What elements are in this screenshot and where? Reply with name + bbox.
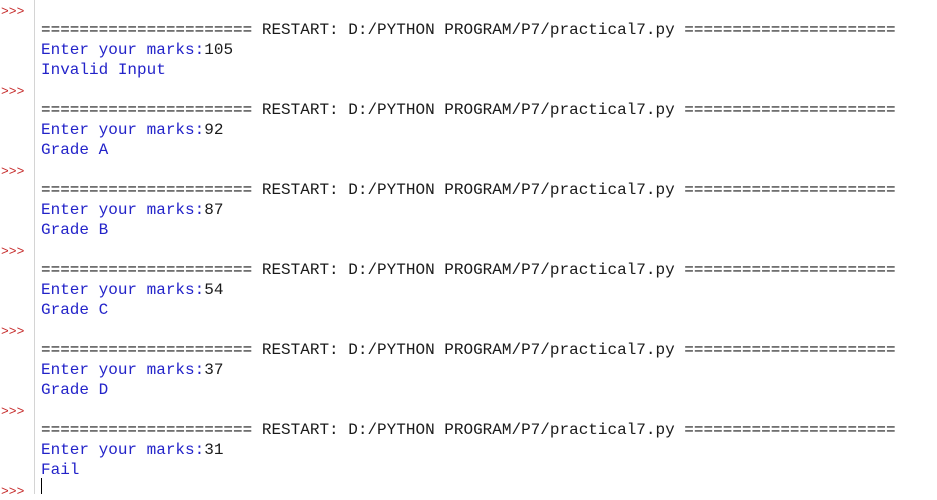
input-line: Enter your marks:87 <box>41 200 223 220</box>
input-prompt-text: Enter your marks: <box>41 201 205 219</box>
program-output: Grade C <box>41 301 109 319</box>
shell-prompt: >>> <box>1 324 25 339</box>
input-prompt-text: Enter your marks: <box>41 121 205 139</box>
restart-banner: ====================== RESTART: D:/PYTHO… <box>41 421 896 439</box>
restart-banner: ====================== RESTART: D:/PYTHO… <box>41 261 896 279</box>
shell-prompt: >>> <box>1 4 25 19</box>
input-line: Enter your marks:37 <box>41 360 223 380</box>
shell-prompt: >>> <box>1 84 25 99</box>
restart-banner: ====================== RESTART: D:/PYTHO… <box>41 181 896 199</box>
python-shell-output[interactable]: >>> >>> >>> >>> >>> >>> >>> ============… <box>0 0 937 499</box>
prompt-gutter: >>> >>> >>> >>> >>> >>> >>> <box>0 0 32 499</box>
restart-banner: ====================== RESTART: D:/PYTHO… <box>41 341 896 359</box>
program-output: Grade A <box>41 141 109 159</box>
shell-prompt: >>> <box>1 484 25 499</box>
restart-banner: ====================== RESTART: D:/PYTHO… <box>41 101 896 119</box>
program-output: Grade D <box>41 381 109 399</box>
program-output: Grade B <box>41 221 109 239</box>
gutter-divider <box>34 0 35 494</box>
input-value: 37 <box>204 361 224 379</box>
input-line: Enter your marks:92 <box>41 120 223 140</box>
input-prompt-text: Enter your marks: <box>41 361 205 379</box>
input-value: 105 <box>204 41 234 59</box>
input-line: Enter your marks:105 <box>41 40 233 60</box>
program-output: Fail <box>41 461 80 479</box>
shell-prompt: >>> <box>1 164 25 179</box>
input-value: 92 <box>204 121 224 139</box>
text-cursor[interactable] <box>41 478 42 494</box>
input-prompt-text: Enter your marks: <box>41 281 205 299</box>
program-output: Invalid Input <box>41 61 166 79</box>
shell-prompt: >>> <box>1 404 25 419</box>
restart-banner: ====================== RESTART: D:/PYTHO… <box>41 21 896 39</box>
input-line: Enter your marks:54 <box>41 280 223 300</box>
shell-prompt: >>> <box>1 244 25 259</box>
input-value: 31 <box>204 441 224 459</box>
input-value: 54 <box>204 281 224 299</box>
input-prompt-text: Enter your marks: <box>41 41 205 59</box>
input-prompt-text: Enter your marks: <box>41 441 205 459</box>
input-value: 87 <box>204 201 224 219</box>
input-line: Enter your marks:31 <box>41 440 223 460</box>
